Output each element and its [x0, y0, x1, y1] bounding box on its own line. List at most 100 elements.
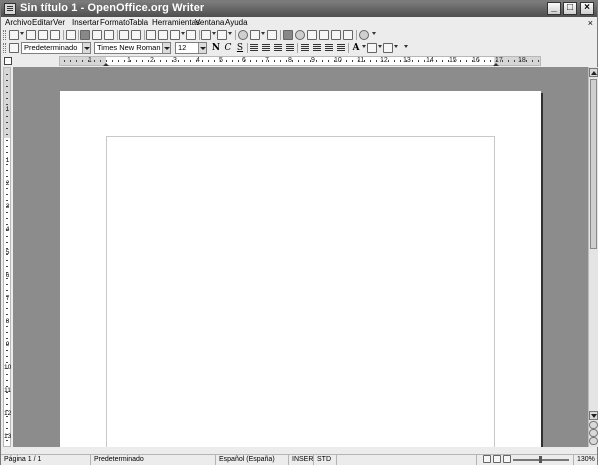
redo-dropdown-arrow[interactable]: [228, 32, 232, 35]
minimize-button[interactable]: _: [547, 2, 561, 15]
decrease-indent-icon[interactable]: [325, 44, 333, 52]
find-replace-icon[interactable]: [283, 30, 293, 40]
menu-editar[interactable]: Editar: [32, 17, 53, 28]
menu-insertar[interactable]: Insertar: [72, 17, 99, 28]
increase-indent-icon[interactable]: [337, 44, 345, 52]
previous-page-button[interactable]: [589, 421, 598, 429]
paragraph-style-select[interactable]: Predeterminado: [21, 42, 91, 54]
spellcheck-icon[interactable]: [119, 30, 129, 40]
format-paintbrush-icon[interactable]: [186, 30, 196, 40]
document-page[interactable]: [60, 91, 541, 447]
font-size-select[interactable]: 12: [175, 42, 207, 54]
menu-archivo[interactable]: Archivo: [5, 17, 32, 28]
paste-dropdown-arrow[interactable]: [181, 32, 185, 35]
scroll-up-button[interactable]: [589, 68, 598, 77]
toolbar-options-arrow[interactable]: [372, 32, 376, 35]
export-pdf-icon[interactable]: [80, 30, 90, 40]
font-color-dropdown-arrow[interactable]: [362, 45, 366, 48]
align-right-icon[interactable]: [274, 44, 282, 52]
toolbar-options-arrow[interactable]: [404, 45, 408, 48]
undo-icon[interactable]: [201, 30, 211, 40]
font-color-icon[interactable]: A: [351, 43, 361, 53]
data-sources-icon[interactable]: [319, 30, 329, 40]
new-icon[interactable]: [9, 30, 19, 40]
bullets-icon[interactable]: [313, 44, 321, 52]
highlighting-icon[interactable]: [367, 43, 377, 53]
ruler-tick: [106, 60, 107, 62]
new-dropdown-arrow[interactable]: [20, 32, 24, 35]
left-indent-marker[interactable]: [103, 63, 109, 66]
chevron-down-icon[interactable]: [162, 43, 170, 53]
paste-icon[interactable]: [170, 30, 180, 40]
email-icon[interactable]: [50, 30, 60, 40]
autospellcheck-icon[interactable]: [131, 30, 141, 40]
paragraph-style-value: Predeterminado: [24, 43, 78, 52]
vertical-scrollbar[interactable]: [588, 67, 598, 447]
scroll-down-button[interactable]: [589, 411, 598, 420]
open-icon[interactable]: [26, 30, 36, 40]
table-dropdown-arrow[interactable]: [261, 32, 265, 35]
cut-icon[interactable]: [146, 30, 156, 40]
status-selection-mode[interactable]: STD: [314, 455, 337, 465]
multi-page-view-icon[interactable]: [493, 455, 501, 463]
close-button[interactable]: ×: [580, 2, 594, 15]
writer-app-icon[interactable]: [4, 3, 16, 15]
status-page-style[interactable]: Predeterminado: [91, 455, 216, 465]
hyperlink-icon[interactable]: [238, 30, 248, 40]
font-name-select[interactable]: Times New Roman: [94, 42, 171, 54]
status-insert-mode[interactable]: INSERT: [289, 455, 314, 465]
show-draw-functions-icon[interactable]: [267, 30, 277, 40]
help-icon[interactable]: [359, 30, 369, 40]
gallery-icon[interactable]: [307, 30, 317, 40]
scroll-thumb[interactable]: [590, 79, 597, 249]
print-icon[interactable]: [92, 30, 102, 40]
toolbar-grip[interactable]: [3, 30, 6, 40]
styles-formatting-icon[interactable]: [9, 43, 19, 53]
align-justify-icon[interactable]: [286, 44, 294, 52]
zoom-icon[interactable]: [343, 30, 353, 40]
menu-ventana[interactable]: Ventana: [195, 17, 224, 28]
horizontal-ruler[interactable]: 1123456789101112131415161718: [59, 56, 541, 66]
undo-dropdown-arrow[interactable]: [212, 32, 216, 35]
tab-type-selector[interactable]: [4, 57, 12, 65]
menu-formato[interactable]: Formato: [100, 17, 130, 28]
book-view-icon[interactable]: [503, 455, 511, 463]
navigation-button[interactable]: [589, 429, 598, 437]
close-document-button[interactable]: ×: [588, 18, 593, 28]
save-icon[interactable]: [38, 30, 48, 40]
print-preview-icon[interactable]: [104, 30, 114, 40]
menu-ver[interactable]: Ver: [53, 17, 65, 28]
align-center-icon[interactable]: [262, 44, 270, 52]
text-boundary[interactable]: [106, 136, 495, 447]
table-icon[interactable]: [250, 30, 260, 40]
status-page[interactable]: Página 1 / 1: [1, 455, 91, 465]
chevron-down-icon[interactable]: [82, 43, 90, 53]
copy-icon[interactable]: [158, 30, 168, 40]
redo-icon[interactable]: [217, 30, 227, 40]
numbering-icon[interactable]: [301, 44, 309, 52]
background-color-dropdown-arrow[interactable]: [394, 45, 398, 48]
vertical-ruler[interactable]: 112345678910111213: [1, 67, 13, 447]
edit-file-icon[interactable]: [66, 30, 76, 40]
background-color-icon[interactable]: [383, 43, 393, 53]
single-page-view-icon[interactable]: [483, 455, 491, 463]
zoom-slider-knob[interactable]: [539, 456, 542, 463]
menu-herramientas[interactable]: Herramientas: [152, 17, 200, 28]
maximize-button[interactable]: □: [563, 2, 577, 15]
next-page-button[interactable]: [589, 437, 598, 445]
highlighting-dropdown-arrow[interactable]: [378, 45, 382, 48]
underline-button[interactable]: S: [235, 43, 245, 53]
nonprinting-characters-icon[interactable]: [331, 30, 341, 40]
align-left-icon[interactable]: [250, 44, 258, 52]
menu-tabla[interactable]: Tabla: [129, 17, 148, 28]
chevron-down-icon[interactable]: [198, 43, 206, 53]
navigator-icon[interactable]: [295, 30, 305, 40]
menu-ayuda[interactable]: Ayuda: [225, 17, 248, 28]
ruler-tick: [370, 60, 371, 62]
status-document-modified[interactable]: [337, 455, 477, 465]
status-zoom[interactable]: 130%: [573, 455, 597, 465]
toolbar-grip[interactable]: [3, 43, 6, 53]
status-language[interactable]: Español (España): [216, 455, 289, 465]
bold-button[interactable]: N: [211, 43, 221, 53]
italic-button[interactable]: C: [223, 43, 233, 53]
